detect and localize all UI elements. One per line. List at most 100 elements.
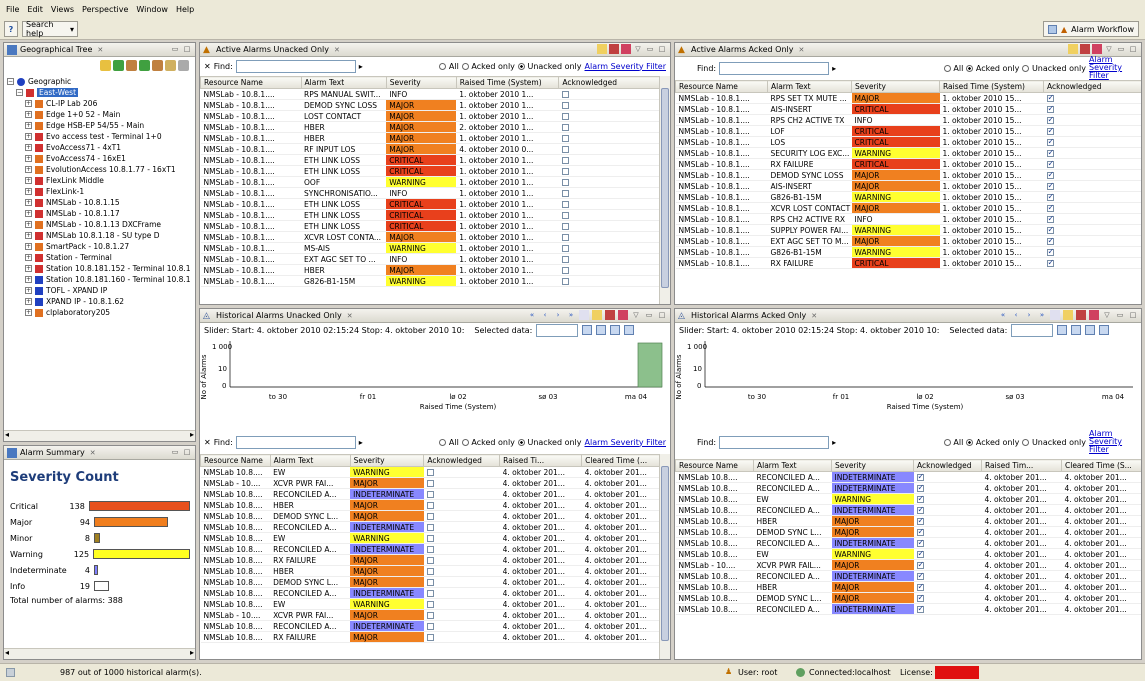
hist-unacked-scrollbar[interactable]: [659, 454, 670, 659]
table-row[interactable]: NMSLab - 10.8.1.... LOST CONTACT MAJOR 1. o…: [200, 110, 659, 122]
view-menu-icon[interactable]: ▽: [633, 44, 643, 54]
scroll-right-icon[interactable]: ▸: [190, 430, 194, 439]
table-row[interactable]: NMSLab 10.8....DEMOD SYNC L...MAJOR 4. ok…: [200, 510, 659, 522]
find-dropdown-icon[interactable]: ▸: [359, 62, 363, 71]
acknowledged-cell[interactable]: [558, 231, 659, 243]
find-dropdown-icon[interactable]: ▸: [832, 438, 836, 447]
acknowledged-cell[interactable]: [423, 576, 500, 588]
histogram-bar[interactable]: [637, 342, 663, 388]
table-row[interactable]: NMSLab - 10.8.1.... XCVR LOST CONTA... MAJ…: [200, 231, 659, 243]
acknowledged-cell[interactable]: [1043, 92, 1141, 104]
tree-node[interactable]: + NMSLab 10.8.1.18 - SU type D: [7, 230, 193, 241]
acknowledged-cell[interactable]: [1043, 213, 1141, 225]
acknowledged-cell[interactable]: [913, 482, 982, 494]
acknowledged-cell[interactable]: [1043, 257, 1141, 269]
tree-node[interactable]: + Evo access test - Terminal 1+0: [7, 131, 193, 142]
tree-node[interactable]: + CL-IP Lab 206: [7, 98, 193, 109]
table-row[interactable]: NMSLab - 10.8.1.... LOS CRITICAL 1. oktober…: [675, 136, 1141, 148]
minimize-icon[interactable]: ▭: [170, 44, 180, 54]
clear-icon[interactable]: [621, 44, 631, 54]
collapse-icon[interactable]: [152, 60, 163, 71]
table-row[interactable]: NMSLab - 10.8.1.... G826-B1-15M WARNING 1. …: [200, 275, 659, 287]
table-row[interactable]: NMSLab - 10.8.1.... ETH LINK LOSS CRITICAL…: [200, 220, 659, 232]
acknowledged-cell[interactable]: [558, 187, 659, 199]
acknowledged-cell[interactable]: [913, 581, 982, 593]
acknowledged-cell[interactable]: [913, 603, 982, 615]
table-row[interactable]: NMSLab 10.8.... RECONCILED A... INDETERMIN…: [200, 521, 659, 533]
table-row[interactable]: NMSLab 10.8....EWWARNING 4. oktober 201..…: [200, 466, 659, 478]
severity-filter-link[interactable]: Alarm Severity Filter: [1089, 56, 1137, 80]
acknowledged-cell[interactable]: [1043, 125, 1141, 137]
minimize-icon[interactable]: ▭: [1116, 44, 1126, 54]
zoom-in-icon[interactable]: [1057, 325, 1068, 335]
filter-unacked-radio[interactable]: Unacked only: [517, 438, 582, 447]
navigate-icon[interactable]: [100, 60, 111, 71]
find-dropdown-icon[interactable]: ▸: [832, 64, 836, 73]
acknowledged-checkbox[interactable]: [426, 523, 434, 531]
table-row[interactable]: NMSLab - 10....XCVR PWR FAIL...MAJOR 4. o…: [675, 559, 1141, 571]
zoom-fit-icon[interactable]: [610, 325, 621, 335]
tree-node[interactable]: + NMSLab - 10.8.1.15: [7, 197, 193, 208]
selected-data-field[interactable]: [1011, 323, 1054, 337]
collapse-toggle[interactable]: −: [7, 78, 14, 85]
acknowledge-icon[interactable]: [592, 310, 602, 320]
find-input[interactable]: [719, 435, 830, 449]
column-header[interactable]: Resource Name: [675, 80, 768, 93]
expand-toggle[interactable]: +: [25, 276, 32, 283]
table-row[interactable]: NMSLab - 10.8.1.... SYNCHRONISATIO... INFO…: [200, 187, 659, 199]
tree-node[interactable]: + Station 10.8.181.152 - Terminal 10.8.1: [7, 263, 193, 274]
tree-node[interactable]: + Station - Terminal: [7, 252, 193, 263]
acknowledged-checkbox[interactable]: [1046, 148, 1054, 157]
acknowledge-icon[interactable]: [597, 44, 607, 54]
filter-acked-radio[interactable]: Acked only: [461, 62, 515, 71]
acknowledged-cell[interactable]: [1043, 158, 1141, 170]
expand-toggle[interactable]: +: [25, 243, 32, 250]
scroll-thumb[interactable]: [661, 88, 669, 288]
tree-node[interactable]: + Edge 1+0 52 - Main: [7, 109, 193, 120]
acknowledged-cell[interactable]: [558, 143, 659, 155]
acknowledged-checkbox[interactable]: [916, 527, 924, 536]
close-icon[interactable]: ✕: [798, 46, 804, 54]
expand-toggle[interactable]: +: [25, 111, 32, 118]
acknowledged-cell[interactable]: [913, 515, 982, 527]
column-header[interactable]: Severity: [851, 80, 940, 93]
find-input[interactable]: [235, 435, 356, 449]
column-header[interactable]: Acknowledged: [558, 76, 659, 89]
calendar-icon[interactable]: [579, 310, 589, 320]
acknowledged-cell[interactable]: [423, 620, 500, 632]
filter-unacked-radio[interactable]: Unacked only: [517, 62, 582, 71]
acknowledged-cell[interactable]: [1043, 114, 1141, 126]
table-row[interactable]: NMSLab - 10.8.1.... SUPPLY POWER FAI... WA…: [675, 224, 1141, 236]
acknowledged-cell[interactable]: [1043, 224, 1141, 236]
zoom-out-icon[interactable]: [1071, 325, 1082, 335]
collapse-toggle[interactable]: −: [16, 89, 23, 96]
expand-toggle[interactable]: +: [25, 309, 32, 316]
scroll-left-icon[interactable]: ◂: [5, 430, 9, 439]
expand-toggle[interactable]: +: [25, 287, 32, 294]
menu-file[interactable]: File: [6, 5, 19, 14]
acknowledged-checkbox[interactable]: [916, 571, 924, 580]
acknowledged-checkbox[interactable]: [1046, 137, 1054, 146]
table-row[interactable]: NMSLab - 10.8.1.... HBER MAJOR 1. oktober 2…: [200, 264, 659, 276]
acknowledged-cell[interactable]: [558, 110, 659, 122]
table-row[interactable]: NMSLab 10.8.... RECONCILED A... INDETERMIN…: [675, 603, 1141, 615]
active-unacked-scrollbar[interactable]: [659, 76, 670, 304]
acknowledged-checkbox[interactable]: [561, 222, 569, 230]
column-header[interactable]: Raised Tim...: [981, 459, 1062, 472]
close-icon[interactable]: ✕: [90, 449, 96, 457]
tree-node[interactable]: + XPAND IP - 10.8.1.62: [7, 296, 193, 307]
acknowledged-cell[interactable]: [558, 253, 659, 265]
table-row[interactable]: NMSLab - 10.8.1.... ETH LINK LOSS CRITICAL…: [200, 198, 659, 210]
table-row[interactable]: NMSLab 10.8.... RX FAILURE MAJOR 4. oktober…: [200, 631, 659, 643]
table-row[interactable]: NMSLab - 10.... XCVR PWR FAI... MAJOR 4. ok…: [200, 477, 659, 489]
acknowledged-cell[interactable]: [1043, 147, 1141, 159]
column-header[interactable]: Resource Name: [200, 76, 302, 89]
expand-toggle[interactable]: +: [25, 298, 32, 305]
acknowledged-checkbox[interactable]: [561, 134, 569, 142]
table-row[interactable]: NMSLab - 10.8.1.... MS-AIS WARNING 1. oktob…: [200, 242, 659, 254]
table-row[interactable]: NMSLab 10.8.... RECONCILED A... INDETERMIN…: [675, 504, 1141, 516]
table-row[interactable]: NMSLab 10.8....HBERMAJOR 4. oktober 201..…: [200, 565, 659, 577]
column-header[interactable]: Severity: [349, 454, 425, 467]
acknowledged-checkbox[interactable]: [916, 494, 924, 503]
acknowledged-checkbox[interactable]: [916, 516, 924, 525]
